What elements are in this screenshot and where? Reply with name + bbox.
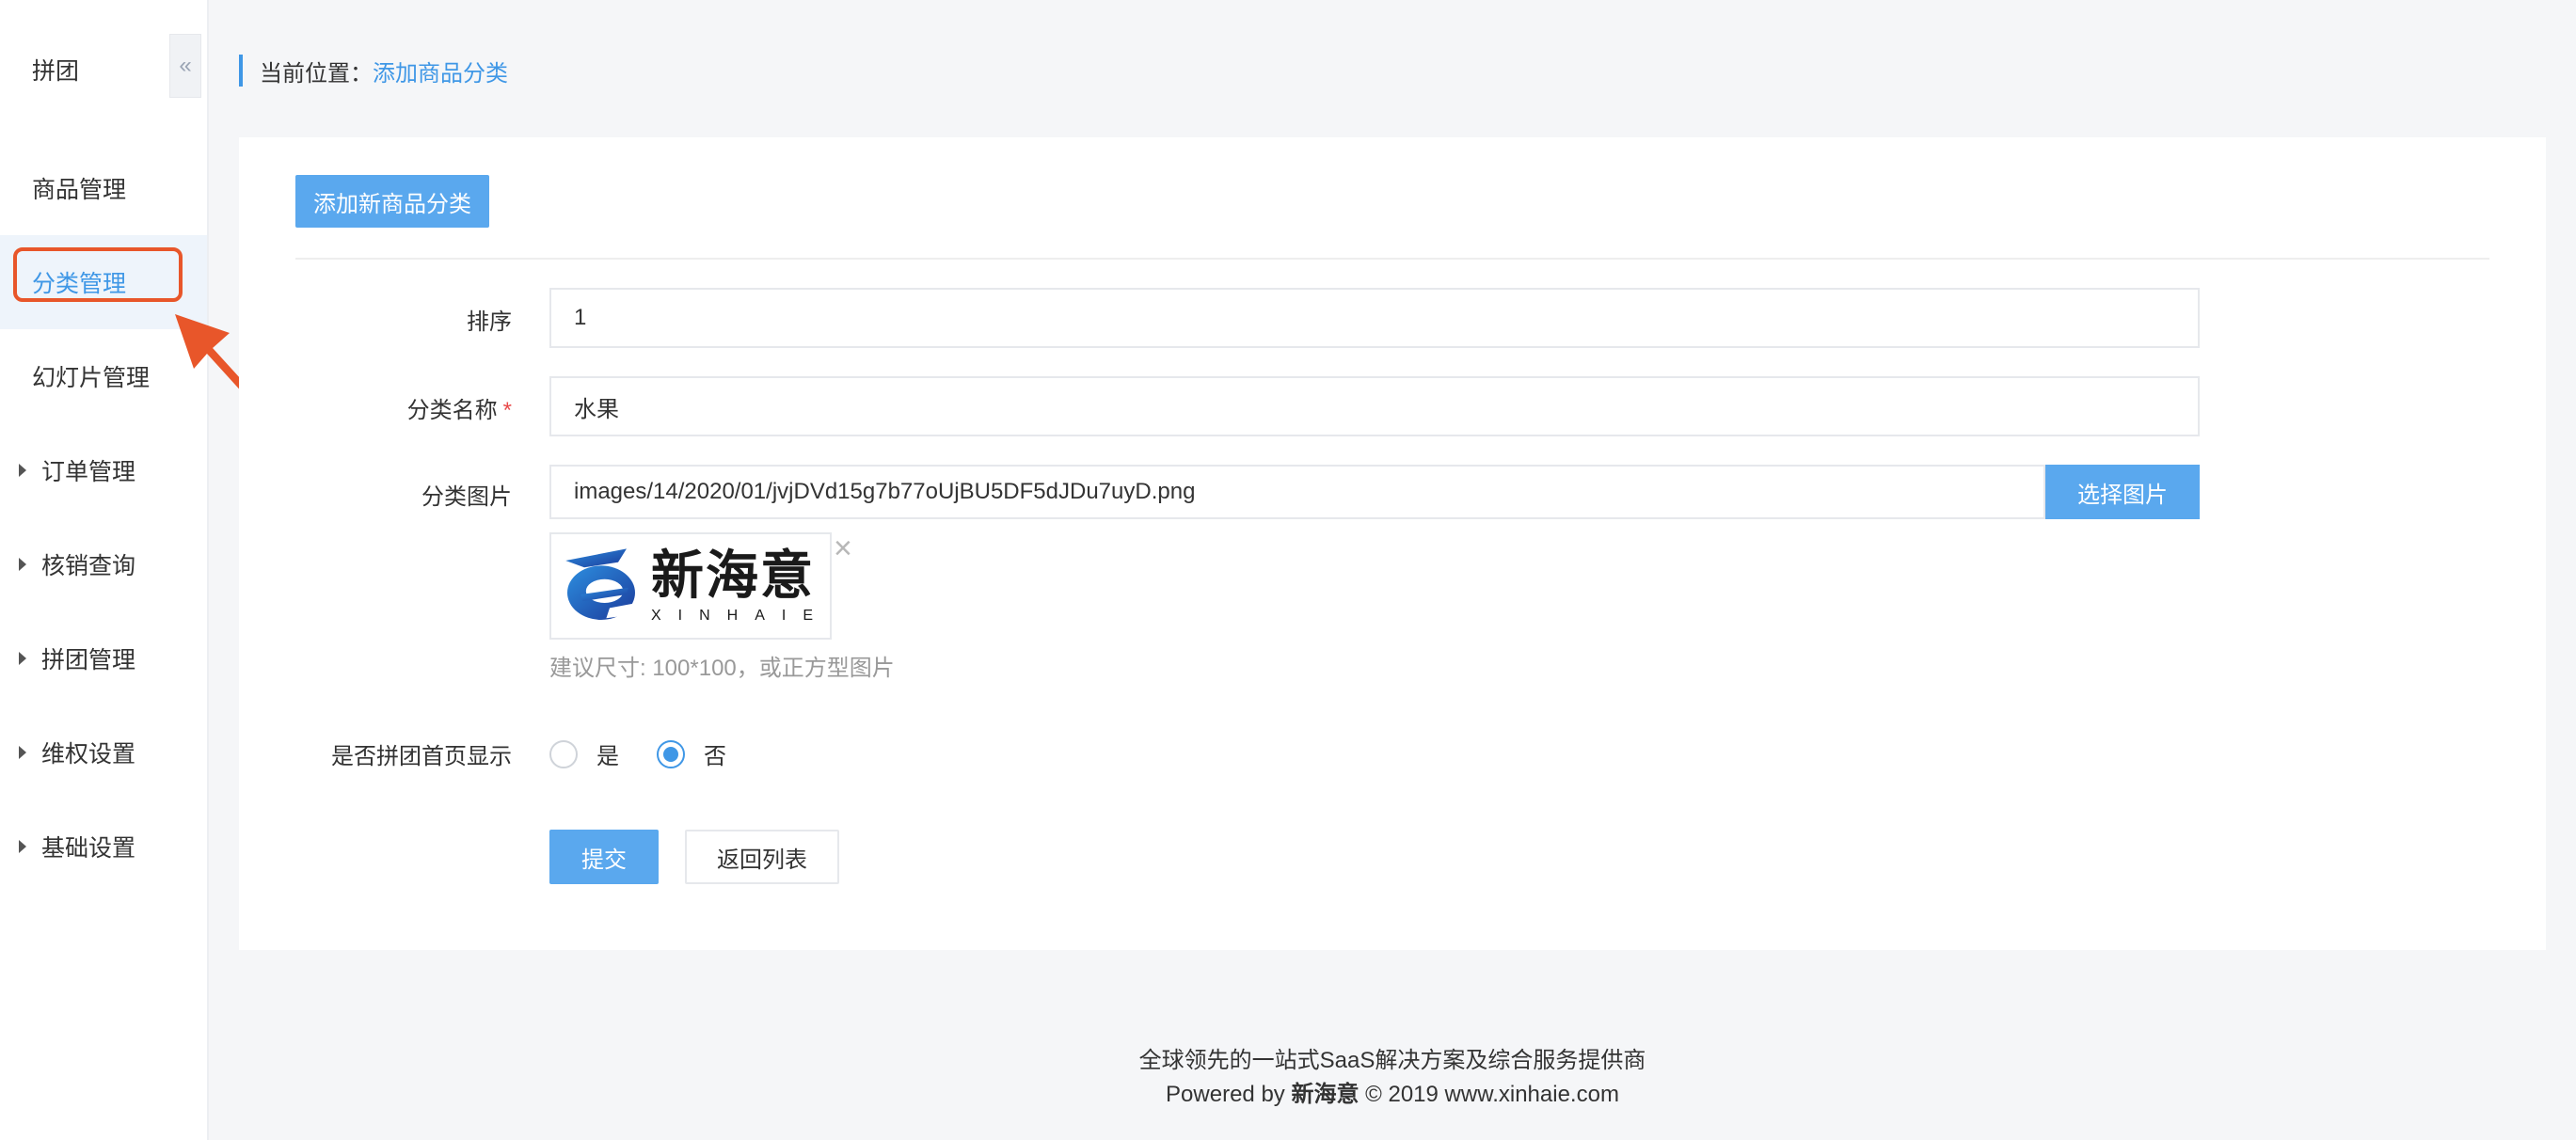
caret-right-icon — [19, 558, 26, 571]
sidebar-collapse-button[interactable]: « — [169, 34, 201, 98]
home-display-label-text: 是否拼团首页显示 — [331, 744, 512, 769]
double-chevron-left-icon: « — [179, 53, 192, 78]
footer-powered-prefix: Powered by — [1166, 1082, 1292, 1107]
breadcrumb: 当前位置： 添加商品分类 — [239, 55, 508, 87]
submit-button[interactable]: 提交 — [549, 830, 659, 884]
required-mark: * — [502, 398, 512, 423]
divider — [295, 258, 2489, 260]
sidebar-title: 拼团 — [32, 58, 80, 85]
sidebar-item-basic-settings[interactable]: 基础设置 — [0, 800, 207, 894]
image-preview: 新海意 XINHAIE — [549, 532, 832, 640]
home-display-label: 是否拼团首页显示 — [239, 737, 512, 770]
category-name-value: 水果 — [574, 396, 619, 422]
sidebar-item-label: 核销查询 — [41, 553, 136, 579]
breadcrumb-current[interactable]: 添加商品分类 — [373, 55, 508, 87]
category-image-path-input[interactable]: images/14/2020/01/jvjDVd15g7b77oUjBU5DF5… — [549, 465, 2045, 519]
sort-input-value: 1 — [574, 305, 587, 330]
radio-no-label[interactable]: 否 — [704, 737, 726, 770]
breadcrumb-prefix: 当前位置： — [260, 60, 373, 87]
footer: 全球领先的一站式SaaS解决方案及综合服务提供商 Powered by 新海意 … — [209, 1044, 2576, 1112]
radio-no[interactable] — [657, 739, 685, 768]
logo-english-text: XINHAIE — [650, 608, 830, 624]
logo-wordmark: 新海意 XINHAIE — [651, 547, 830, 625]
category-image-path-value: images/14/2020/01/jvjDVd15g7b77oUjBU5DF5… — [574, 479, 1196, 504]
caret-right-icon — [19, 840, 26, 853]
sidebar-item-rights-settings[interactable]: 维权设置 — [0, 705, 207, 800]
sidebar-item-label: 幻灯片管理 — [32, 365, 151, 391]
sidebar-item-label: 基础设置 — [41, 835, 136, 862]
back-to-list-button[interactable]: 返回列表 — [685, 830, 839, 884]
sort-input[interactable]: 1 — [549, 288, 2200, 348]
add-category-button[interactable]: 添加新商品分类 — [295, 175, 489, 228]
radio-yes-label[interactable]: 是 — [596, 737, 619, 770]
category-image-label-text: 分类图片 — [421, 484, 512, 510]
remove-image-icon[interactable]: × — [834, 532, 852, 564]
footer-powered-by: Powered by 新海意 © 2019 www.xinhaie.com — [209, 1078, 2576, 1112]
sidebar-item-label: 拼团管理 — [41, 647, 136, 673]
sidebar-item-redemption-query[interactable]: 核销查询 — [0, 517, 207, 611]
logo-chinese-text: 新海意 — [650, 546, 815, 607]
footer-brand: 新海意 — [1291, 1082, 1360, 1107]
sidebar-item-label: 订单管理 — [41, 459, 136, 485]
radio-yes[interactable] — [549, 739, 578, 768]
caret-right-icon — [19, 652, 26, 665]
caret-right-icon — [19, 746, 26, 759]
sidebar-item-label: 维权设置 — [41, 741, 136, 768]
sidebar-item-group-buy-management[interactable]: 拼团管理 — [0, 611, 207, 705]
footer-slogan: 全球领先的一站式SaaS解决方案及综合服务提供商 — [1138, 1048, 1646, 1073]
sidebar-item-label: 商品管理 — [32, 177, 127, 203]
category-name-label-text: 分类名称 — [406, 398, 498, 423]
choose-image-button[interactable]: 选择图片 — [2045, 465, 2200, 519]
category-image-label: 分类图片 — [239, 478, 512, 511]
sort-label-text: 排序 — [467, 309, 512, 335]
sidebar: 拼团 « 商品管理 分类管理 幻灯片管理 订单管理 核销查询 拼团管理 维权设置… — [0, 0, 209, 1140]
category-name-label: 分类名称 * — [239, 391, 512, 424]
image-size-hint: 建议尺寸: 100*100，或正方型图片 — [549, 656, 895, 681]
sidebar-item-product-management[interactable]: 商品管理 — [0, 141, 207, 235]
caret-right-icon — [19, 464, 26, 477]
sort-label: 排序 — [239, 303, 512, 336]
form-card: 添加新商品分类 排序 1 分类名称 * 水果 分类图片 images/14/202… — [239, 137, 2546, 950]
home-display-radio-group: 是 否 — [549, 737, 764, 770]
category-name-input[interactable]: 水果 — [549, 376, 2200, 436]
xinhaie-logo-icon — [565, 548, 637, 620]
annotation-highlight-box — [13, 247, 183, 302]
footer-copyright[interactable]: © 2019 www.xinhaie.com — [1359, 1082, 1619, 1107]
